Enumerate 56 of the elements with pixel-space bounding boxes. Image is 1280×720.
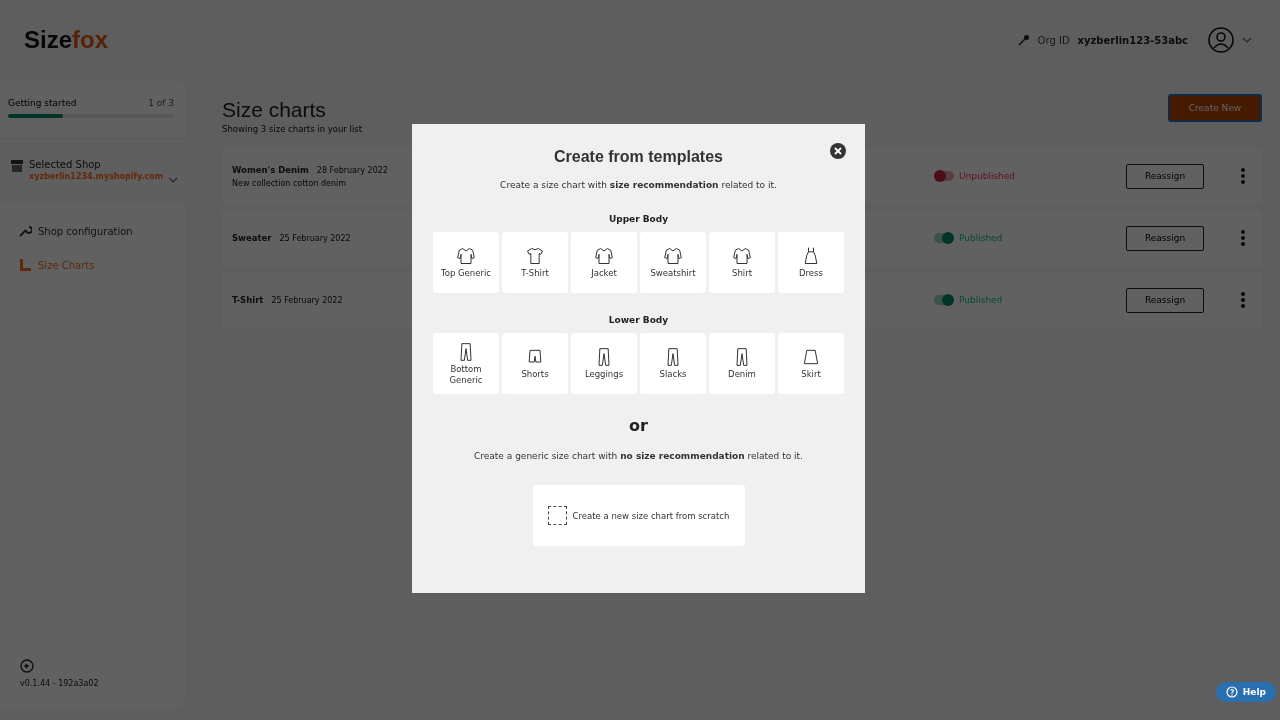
close-icon[interactable] [830,143,846,159]
template-tile[interactable]: Jacket [571,232,637,293]
org-id-label: Org ID [1037,34,1070,46]
version-text: v0.1.44 - 192a3a02 [20,679,100,688]
or-divider-text: or [629,416,648,435]
template-tile[interactable]: Shirt [709,232,775,293]
chart-date: 28 February 2022 [316,165,388,175]
template-tile[interactable]: Bottom Generic [433,333,499,394]
template-tile[interactable]: Shorts [502,333,568,394]
ruler-icon [18,258,32,272]
template-tile[interactable]: Slacks [640,333,706,394]
page-title: Size charts [222,98,327,122]
chart-date: 25 February 2022 [279,234,351,243]
template-tile[interactable]: Leggings [571,333,637,394]
chart-name: Women's Denim [232,164,309,175]
page-subtitle: Showing 3 size charts in your list [222,124,363,134]
status-label: Published [959,295,1003,305]
group-title: Upper Body [608,214,669,224]
more-options-icon[interactable] [1240,291,1246,309]
dialog-title: Create from templates [554,148,723,166]
group-title: Lower Body [608,315,669,325]
template-tile[interactable]: Dress [778,232,844,293]
shop-url: xyzberlin1234.myshopify.com [29,172,164,181]
generic-text: Create a generic size chart with no size recommendation related to it. [474,451,803,461]
status-label: Unpublished [959,171,1016,181]
back-icon[interactable] [20,659,34,673]
avatar-icon[interactable] [1208,27,1234,53]
chevron-down-icon [168,177,179,183]
key-icon [1017,34,1030,46]
scratch-button[interactable]: Create a new size chart from scratch [532,485,745,546]
template-tile[interactable]: Denim [709,333,775,394]
wrench-icon [18,224,32,238]
chevron-down-icon[interactable] [1242,37,1252,43]
more-options-icon[interactable] [1240,229,1246,247]
publish-toggle[interactable] [934,233,954,243]
template-tile[interactable]: Top Generic [433,232,499,293]
help-button[interactable]: Help [1215,682,1276,702]
template-tile[interactable]: Skirt [778,333,844,394]
shop-label: Selected Shop [29,159,102,170]
chart-date: 25 February 2022 [271,296,343,305]
publish-toggle[interactable] [934,171,954,181]
logo: Sizefox [24,26,109,54]
template-tile[interactable]: T-Shirt [502,232,568,293]
publish-toggle[interactable] [934,295,954,305]
chart-name: T-Shirt [232,295,264,305]
dialog-intro: Create a size chart with size recommendation related to it. [500,180,777,190]
help-icon [1225,686,1238,698]
template-tile[interactable]: Sweatshirt [640,232,706,293]
progress-count: 1 of 3 [148,98,174,108]
more-options-icon[interactable] [1240,167,1246,185]
chart-name: Sweater [232,233,272,243]
status-label: Published [959,233,1003,243]
org-id-value: xyzberlin123-53abc [1077,34,1188,46]
store-icon [10,159,24,173]
getting-started-label: Getting started [8,98,77,108]
chart-description: New collection cotton denim [232,178,347,188]
